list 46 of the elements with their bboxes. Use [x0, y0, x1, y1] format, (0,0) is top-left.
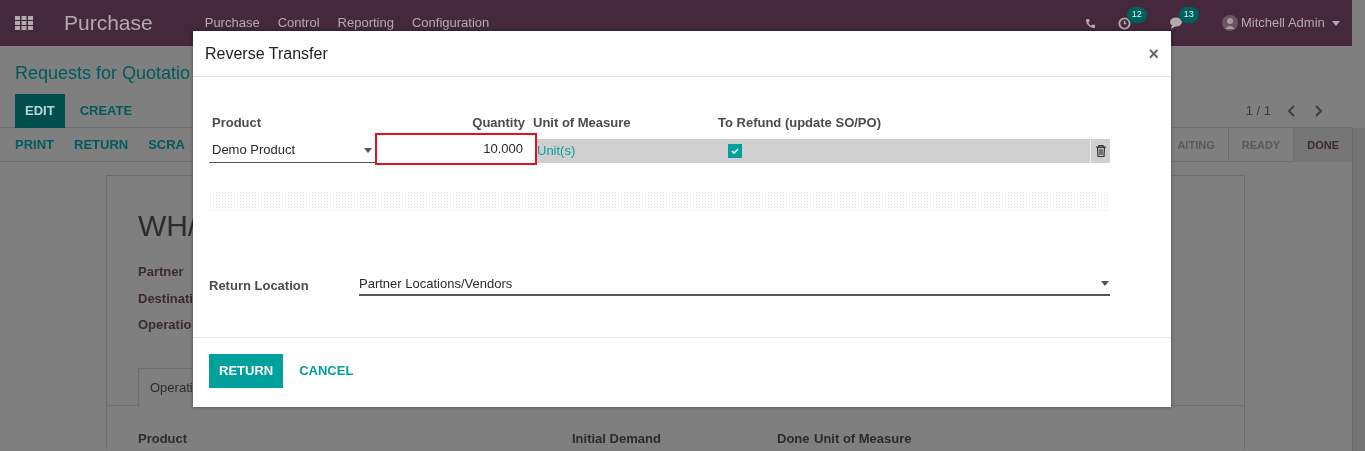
dialog-title: Reverse Transfer — [205, 43, 328, 64]
caret-icon — [1101, 281, 1109, 286]
menu-item[interactable]: Control — [277, 13, 320, 33]
field-label: Partner — [138, 263, 185, 281]
activity-count-badge: 12 — [1126, 7, 1147, 23]
pager-text: 1 / 1 — [1245, 102, 1271, 120]
create-button[interactable]: CREATE — [64, 94, 148, 128]
clock-icon[interactable] — [1117, 17, 1131, 31]
menu-item[interactable]: Reporting — [337, 13, 394, 33]
status-step[interactable]: DONE — [1293, 127, 1352, 162]
column-header: Product — [212, 114, 263, 132]
cancel-button[interactable]: CANCEL — [283, 354, 370, 388]
column-header: Unit of Measure — [532, 114, 632, 132]
column-header: Done — [777, 429, 811, 448]
action-button[interactable]: RETURN — [64, 134, 139, 155]
menu-item[interactable]: Purchase — [204, 13, 260, 33]
product-select[interactable]: Demo Product — [209, 138, 375, 163]
return-button[interactable]: RETURN — [209, 354, 284, 388]
field-label: Operatio — [138, 316, 193, 334]
refund-checkbox[interactable] — [728, 143, 742, 158]
record-title: WH/ — [138, 208, 198, 244]
app-title: Purchase — [64, 10, 153, 37]
avatar-icon[interactable] — [1221, 15, 1238, 31]
close-button[interactable]: × — [1148, 44, 1159, 63]
column-header: Initial Demand — [572, 429, 662, 448]
previous-icon[interactable] — [1287, 104, 1295, 117]
user-menu[interactable]: Mitchell Admin — [1240, 13, 1325, 33]
edit-button[interactable]: EDIT — [15, 94, 65, 128]
action-button[interactable]: PRINT — [5, 134, 64, 155]
column-header: Unit of Measure — [814, 429, 913, 448]
menu-item[interactable]: Configuration — [411, 13, 490, 33]
trash-icon[interactable] — [1095, 144, 1106, 157]
phone-icon[interactable] — [1084, 17, 1096, 29]
unit-link[interactable]: Unit(s) — [537, 140, 728, 161]
field-label: Destinati — [138, 289, 194, 308]
message-count-badge: 13 — [1178, 7, 1199, 23]
column-header: Quantity — [471, 114, 526, 132]
column-header: Product — [138, 429, 189, 448]
column-header: To Refund (update SO/PO) — [718, 114, 882, 132]
quantity-field[interactable]: 10.000 — [375, 132, 537, 165]
location-select[interactable]: Partner Locations/Vendors — [359, 273, 1110, 296]
caret-icon — [1332, 20, 1340, 26]
action-button[interactable]: SCRA — [138, 134, 195, 155]
field-label: Return Location — [209, 277, 310, 295]
next-icon[interactable] — [1315, 104, 1323, 117]
apps-menu-icon[interactable] — [15, 16, 33, 30]
